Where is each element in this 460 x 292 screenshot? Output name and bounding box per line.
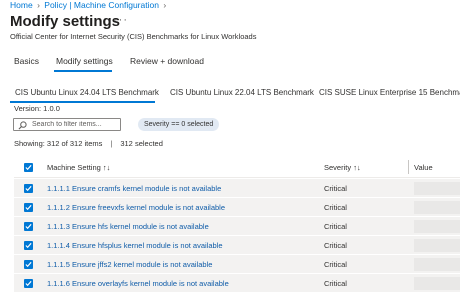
checkmark-icon [25,164,32,171]
tab-suse-15[interactable]: CIS SUSE Linux Enterprise 15 Benchmark [319,88,460,97]
page-title: Modify settings [10,13,121,30]
checkmark-icon [25,204,32,211]
value-field[interactable] [414,201,460,214]
status-line: Showing: 312 of 312 items | 312 selected [14,139,163,148]
sort-icon[interactable]: ↑↓ [103,163,111,172]
tab-modify-settings[interactable]: Modify settings [56,56,113,66]
table-row[interactable]: 1.1.1.6 Ensure overlayfs kernel module i… [14,274,460,292]
items-count: Showing: 312 of 312 items [14,139,103,148]
chevron-right-icon: › [37,0,40,10]
severity-value: Critical [324,260,347,269]
severity-value: Critical [324,222,347,231]
value-field[interactable] [414,239,460,252]
severity-value: Critical [324,184,347,193]
column-divider[interactable] [408,160,409,174]
severity-filter-pill[interactable]: Severity == 0 selected [138,118,220,131]
table-row[interactable]: 1.1.1.4 Ensure hfsplus kernel module is … [14,236,460,255]
row-checkbox[interactable] [24,184,33,193]
setting-link[interactable]: 1.1.1.5 Ensure jffs2 kernel module is no… [47,260,212,269]
active-tab-indicator [54,70,112,72]
value-field[interactable] [414,277,460,290]
column-header-machine-setting[interactable]: Machine Setting ↑↓ [47,163,110,172]
setting-link[interactable]: 1.1.1.3 Ensure hfs kernel module is not … [47,222,209,231]
chevron-right-icon: › [163,0,167,10]
more-options-icon[interactable]: ··· [114,14,128,26]
sort-icon[interactable]: ↑↓ [353,163,361,172]
value-field[interactable] [414,182,460,195]
tab-review-download[interactable]: Review + download [130,56,204,66]
search-icon [18,121,27,130]
row-checkbox[interactable] [24,203,33,212]
checkmark-icon [25,261,32,268]
value-field[interactable] [414,220,460,233]
column-header-severity[interactable]: Severity ↑↓ [324,163,361,172]
setting-link[interactable]: 1.1.1.6 Ensure overlayfs kernel module i… [47,279,229,288]
setting-link[interactable]: 1.1.1.1 Ensure cramfs kernel module is n… [47,184,221,193]
column-header-value[interactable]: Value [414,163,433,172]
value-field[interactable] [414,258,460,271]
active-benchmark-indicator [10,101,155,103]
row-checkbox[interactable] [24,222,33,231]
table-row[interactable]: 1.1.1.2 Ensure freevxfs kernel module is… [14,198,460,217]
row-checkbox[interactable] [24,241,33,250]
breadcrumb-policy-link[interactable]: Policy | Machine Configuration [44,0,159,10]
breadcrumb: Home › Policy | Machine Configuration › [10,0,168,10]
checkmark-icon [25,242,32,249]
severity-value: Critical [324,241,347,250]
row-checkbox[interactable] [24,260,33,269]
selected-count: 312 selected [120,139,163,148]
checkmark-icon [25,185,32,192]
table-header: Machine Setting ↑↓ Severity ↑↓ Value [14,156,460,178]
tab-ubuntu-24-04[interactable]: CIS Ubuntu Linux 24.04 LTS Benchmark [15,88,159,97]
version-label: Version: 1.0.0 [14,104,60,113]
checkmark-icon [25,223,32,230]
search-box[interactable] [13,118,121,131]
setting-link[interactable]: 1.1.1.4 Ensure hfsplus kernel module is … [47,241,223,250]
severity-value: Critical [324,203,347,212]
search-input[interactable] [32,120,118,129]
table-row[interactable]: 1.1.1.5 Ensure jffs2 kernel module is no… [14,255,460,274]
breadcrumb-home-link[interactable]: Home [10,0,33,10]
divider: | [110,139,113,148]
setting-link[interactable]: 1.1.1.2 Ensure freevxfs kernel module is… [47,203,225,212]
select-all-checkbox[interactable] [24,163,33,172]
table-row[interactable]: 1.1.1.1 Ensure cramfs kernel module is n… [14,179,460,198]
tab-basics[interactable]: Basics [14,56,39,66]
row-checkbox[interactable] [24,279,33,288]
checkmark-icon [25,280,32,287]
severity-value: Critical [324,279,347,288]
table-row[interactable]: 1.1.1.3 Ensure hfs kernel module is not … [14,217,460,236]
tab-ubuntu-22-04[interactable]: CIS Ubuntu Linux 22.04 LTS Benchmark [170,88,314,97]
page-subtitle: Official Center for Internet Security (C… [10,32,257,41]
